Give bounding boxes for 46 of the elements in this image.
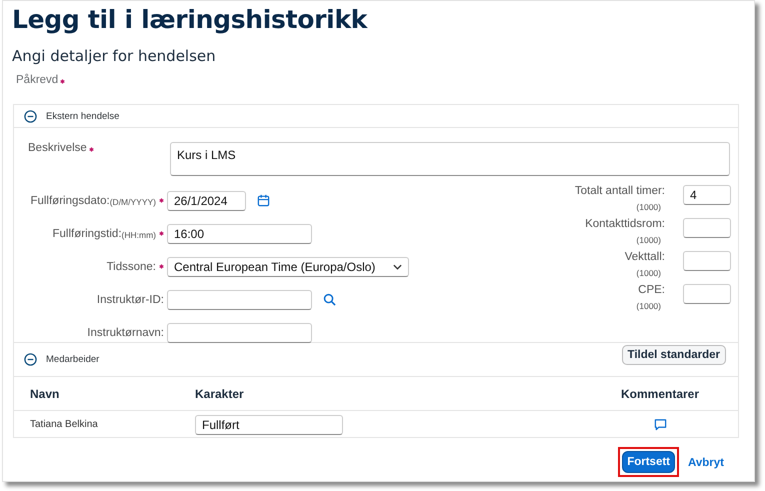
field-label: Instruktørnavn: [87,326,164,338]
limit-hint: (1000) [636,268,661,278]
column-header: Navn [29,386,60,400]
field-label: Fullføringstid: [52,228,122,240]
format-hint: (HH:mm) [122,230,156,240]
number-field[interactable] [683,251,731,271]
limit-hint: (1000) [636,301,661,311]
required-icon [60,79,66,84]
field-label: Vekttall: [624,251,665,263]
field-label: Beskrivelse [28,142,87,154]
section-title: Ekstern hendelse [46,110,120,122]
employee-name: Tatiana Belkina [29,419,99,430]
timezone-dropdown[interactable]: Central European Time (Europa/Oslo) [167,256,409,276]
field-label: Tidssone: [106,260,156,272]
collapse-icon[interactable] [24,110,37,122]
text-field[interactable] [167,322,312,342]
number-field[interactable]: 4 [683,185,731,205]
description-field[interactable]: Kurs i LMS [170,142,730,176]
comment-icon[interactable] [654,418,666,431]
field-label: Totalt antall timer: [574,185,665,197]
field-label: Kontakttidsrom: [585,218,665,230]
calendar-icon[interactable] [257,194,270,207]
cancel-link[interactable]: Avbryt [688,457,724,469]
column-header: Karakter [195,386,245,400]
required-note: Påkrevd [16,74,58,86]
number-field[interactable] [683,218,731,238]
date-field[interactable]: 26/1/2024 [167,190,246,210]
format-hint: (D/M/YYYY) [110,196,156,206]
grade-field[interactable]: Fullført [195,414,343,434]
limit-hint: (1000) [636,235,661,245]
search-icon[interactable] [323,293,336,306]
assign-defaults-button[interactable]: Tildel standarder [622,345,726,365]
column-header: Kommentarer [620,386,700,400]
text-field[interactable]: 16:00 [167,224,312,244]
continue-button[interactable]: Fortsett [622,451,675,473]
page-title: Legg til i læringshistorikk [11,4,369,34]
page-subtitle: Angi detaljer for hendelsen [11,46,217,65]
limit-hint: (1000) [636,202,661,212]
number-field[interactable] [683,284,731,304]
section-title: Medarbeider [46,354,100,365]
field-label: Instruktør-ID: [96,294,164,306]
field-label: Fullføringsdato: [30,194,110,206]
collapse-icon[interactable] [24,353,37,366]
text-field[interactable] [167,290,312,310]
field-label: CPE: [638,284,665,296]
caret-icon [393,264,402,270]
